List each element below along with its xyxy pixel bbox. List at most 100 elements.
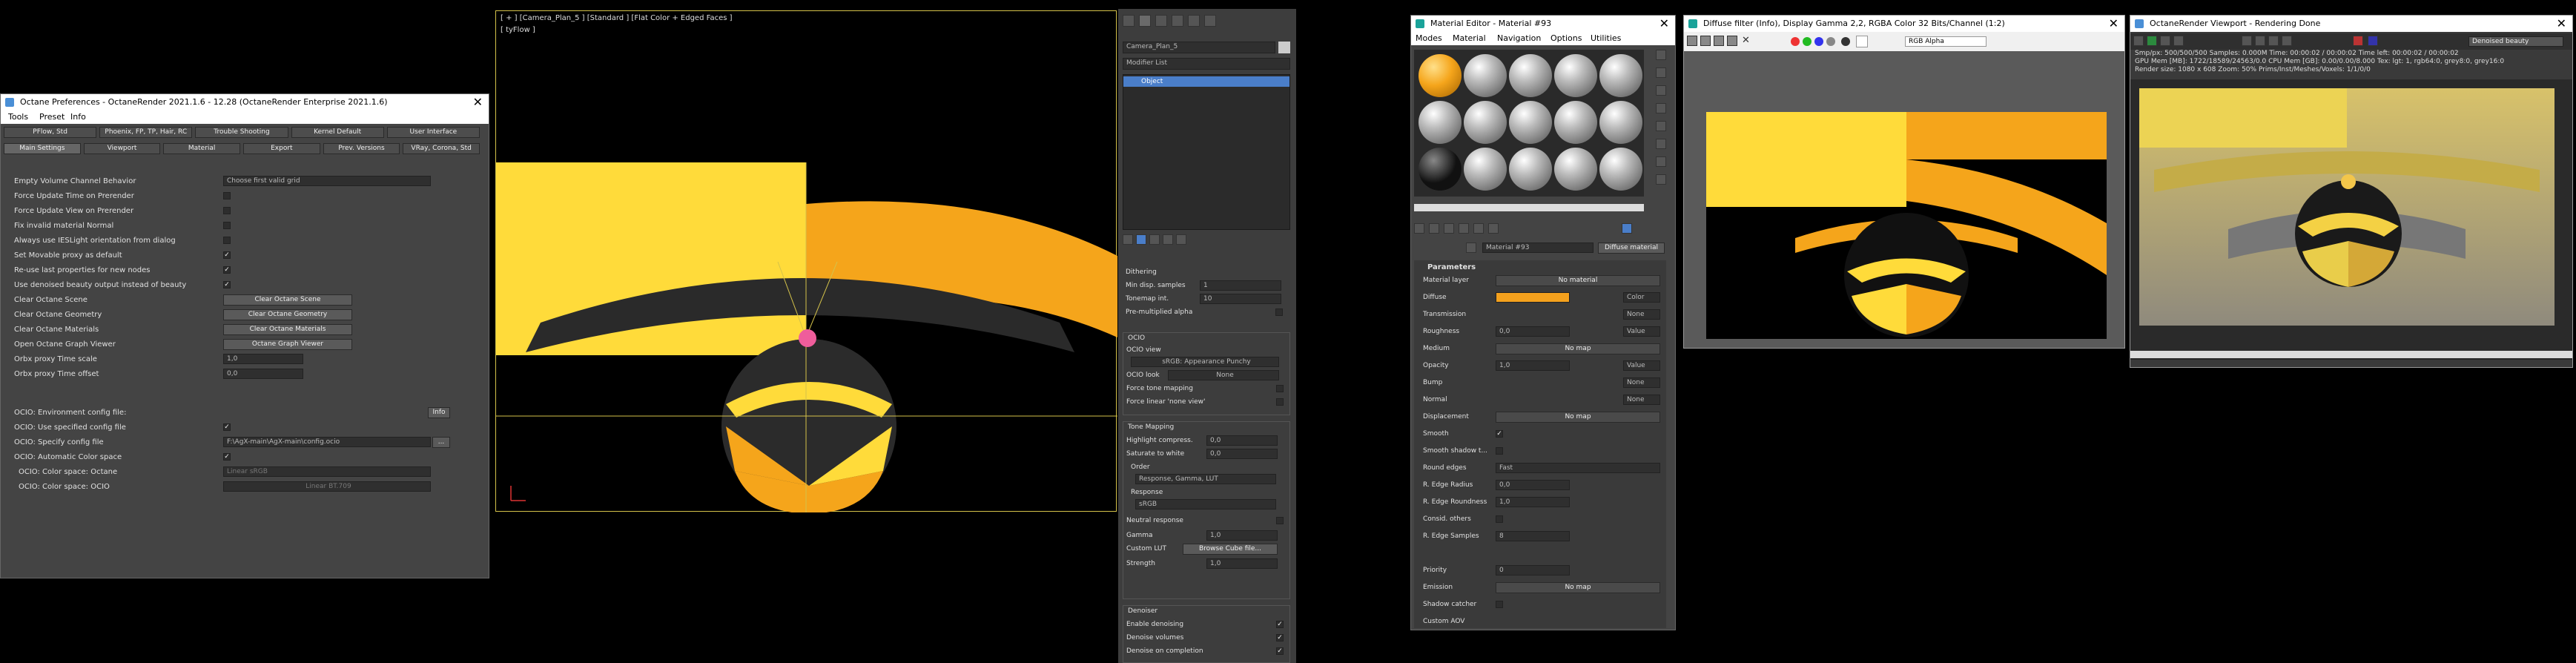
- order-select[interactable]: Response, Gamma, LUT: [1135, 474, 1276, 484]
- ov-lock-icon[interactable]: [2268, 36, 2279, 46]
- mono-channel-icon[interactable]: [1841, 37, 1850, 46]
- setting-checkbox[interactable]: ✓: [223, 281, 231, 288]
- setting-button[interactable]: Clear Octane Scene: [223, 294, 352, 306]
- swatch-icon[interactable]: [1856, 36, 1868, 47]
- vfb-titlebar[interactable]: Diffuse filter (Info), Display Gamma 2,2…: [1684, 16, 2124, 32]
- param-dropdown[interactable]: Value: [1623, 326, 1660, 337]
- mated-h-scrollbar[interactable]: [1414, 204, 1644, 211]
- show-end-result-icon[interactable]: [1136, 234, 1146, 245]
- object-color-swatch[interactable]: [1278, 42, 1290, 53]
- prefs-tab[interactable]: Main Settings: [4, 143, 81, 154]
- param-map-button[interactable]: No map: [1496, 582, 1660, 593]
- material-slot[interactable]: [1509, 101, 1552, 144]
- ov-pause-icon[interactable]: [2160, 36, 2170, 46]
- setting-checkbox[interactable]: [223, 237, 231, 244]
- setting-spinner[interactable]: 0,0: [223, 369, 303, 379]
- setting-button[interactable]: Clear Octane Geometry: [223, 309, 352, 320]
- put-to-scene-icon[interactable]: [1429, 223, 1439, 234]
- hierarchy-tab-icon[interactable]: [1155, 15, 1167, 27]
- setting-spinner[interactable]: 1,0: [223, 354, 303, 364]
- prefs-tab[interactable]: Prev. Versions: [323, 143, 400, 154]
- mated-titlebar[interactable]: Material Editor - Material #93 ✕: [1411, 16, 1675, 32]
- menu-info[interactable]: Info: [70, 110, 86, 124]
- sample-type-icon[interactable]: [1656, 50, 1666, 60]
- prefs-titlebar[interactable]: Octane Preferences - OctaneRender 2021.1…: [1, 94, 489, 110]
- vfb-close-icon[interactable]: ✕: [2109, 16, 2118, 32]
- prefs-tab[interactable]: Kernel Default: [291, 127, 384, 138]
- pin-stack-icon[interactable]: [1123, 234, 1133, 245]
- setting-checkbox[interactable]: [223, 222, 231, 229]
- render-pass-select[interactable]: Denoised beauty: [2468, 36, 2563, 47]
- ov-pick-focus-icon[interactable]: [2282, 36, 2292, 46]
- gamma-spinner[interactable]: 1,0: [1206, 530, 1278, 541]
- menu-material[interactable]: Material: [1453, 32, 1486, 45]
- material-name-field[interactable]: Material #93: [1482, 243, 1594, 253]
- setting-button[interactable]: Clear Octane Materials: [223, 324, 352, 335]
- make-preview-icon[interactable]: [1656, 139, 1666, 149]
- display-channel-select[interactable]: RGB Alpha: [1905, 36, 1987, 47]
- imager-spinner[interactable]: 10: [1200, 294, 1281, 304]
- prefs-tab[interactable]: Material: [163, 143, 240, 154]
- menu-utilities[interactable]: Utilities: [1591, 32, 1621, 45]
- param-dropdown[interactable]: None: [1623, 395, 1660, 405]
- material-slot[interactable]: [1419, 148, 1462, 191]
- imager-spinner[interactable]: 1: [1200, 280, 1281, 291]
- material-slot[interactable]: [1599, 101, 1642, 144]
- menu-modes[interactable]: Modes: [1416, 32, 1442, 45]
- ocio-view-select[interactable]: sRGB: Appearance Punchy: [1131, 357, 1279, 367]
- ov-close-icon[interactable]: ✕: [2557, 16, 2566, 32]
- modify-tab-icon[interactable]: [1139, 15, 1151, 27]
- reset-map-icon[interactable]: [1459, 223, 1469, 234]
- pick-material-icon[interactable]: [1466, 243, 1476, 253]
- clone-window-icon[interactable]: [1714, 36, 1724, 46]
- max-viewport[interactable]: [ + ] [Camera_Plan_5 ] [Standard ] [Flat…: [495, 10, 1117, 512]
- material-slot[interactable]: [1599, 148, 1642, 191]
- stack-item-object[interactable]: Object: [1123, 76, 1289, 87]
- ocio-use-checkbox[interactable]: ✓: [223, 423, 231, 431]
- remove-modifier-icon[interactable]: [1163, 234, 1173, 245]
- setting-button[interactable]: Octane Graph Viewer: [223, 339, 352, 350]
- setting-checkbox[interactable]: ✓: [223, 266, 231, 274]
- ov-restart-icon[interactable]: [2147, 36, 2157, 46]
- strength-spinner[interactable]: 1,0: [1206, 558, 1278, 569]
- prefs-tab[interactable]: Phoenix, FP, TP, Hair, RC: [99, 127, 193, 138]
- param-dropdown[interactable]: Value: [1623, 360, 1660, 371]
- red-channel-icon[interactable]: [1791, 37, 1800, 46]
- material-slot[interactable]: [1599, 54, 1642, 97]
- modifier-list-dropdown[interactable]: Modifier List: [1123, 58, 1290, 70]
- mated-options-icon[interactable]: [1656, 156, 1666, 167]
- ov-titlebar[interactable]: OctaneRender Viewport - Rendering Done ✕: [2130, 16, 2572, 32]
- close-icon[interactable]: ✕: [473, 94, 483, 110]
- ocio-auto-checkbox[interactable]: ✓: [223, 453, 231, 461]
- material-slot[interactable]: [1554, 101, 1597, 144]
- clear-icon[interactable]: ✕: [1742, 35, 1750, 46]
- setting-checkbox[interactable]: ✓: [223, 251, 231, 259]
- material-slot[interactable]: [1464, 148, 1507, 191]
- saturate-white-spinner[interactable]: 0,0: [1206, 449, 1278, 459]
- menu-options[interactable]: Options: [1550, 32, 1582, 45]
- parameters-rollout-header[interactable]: Parameters: [1427, 263, 1476, 271]
- param-dropdown[interactable]: None: [1623, 309, 1660, 320]
- ov-refresh-icon[interactable]: [2242, 36, 2252, 46]
- ov-h-scrollbar[interactable]: [2130, 351, 2572, 358]
- param-map-button[interactable]: No map: [1496, 343, 1660, 354]
- param-map-button[interactable]: No map: [1496, 412, 1660, 423]
- copy-image-icon[interactable]: [1700, 36, 1711, 46]
- ocio-info-button[interactable]: Info: [428, 407, 450, 418]
- configure-sets-icon[interactable]: [1176, 234, 1186, 245]
- blue-channel-icon[interactable]: [1814, 37, 1823, 46]
- ov-stop-icon[interactable]: [2173, 36, 2184, 46]
- ov-region-icon[interactable]: [2255, 36, 2265, 46]
- force-linear-checkbox[interactable]: [1276, 398, 1284, 406]
- object-name-field[interactable]: Camera_Plan_5: [1123, 42, 1275, 53]
- param-spinner[interactable]: 0,0: [1496, 326, 1570, 337]
- backlight-icon[interactable]: [1656, 67, 1666, 78]
- material-slot-active[interactable]: [1419, 54, 1462, 97]
- param-spinner[interactable]: 1,0: [1496, 497, 1570, 507]
- prefs-tab[interactable]: Export: [243, 143, 320, 154]
- background-icon[interactable]: [1656, 85, 1666, 96]
- select-by-material-icon[interactable]: [1656, 174, 1666, 185]
- video-check-icon[interactable]: [1656, 121, 1666, 131]
- param-spinner[interactable]: 8: [1496, 531, 1570, 541]
- create-tab-icon[interactable]: [1123, 15, 1135, 27]
